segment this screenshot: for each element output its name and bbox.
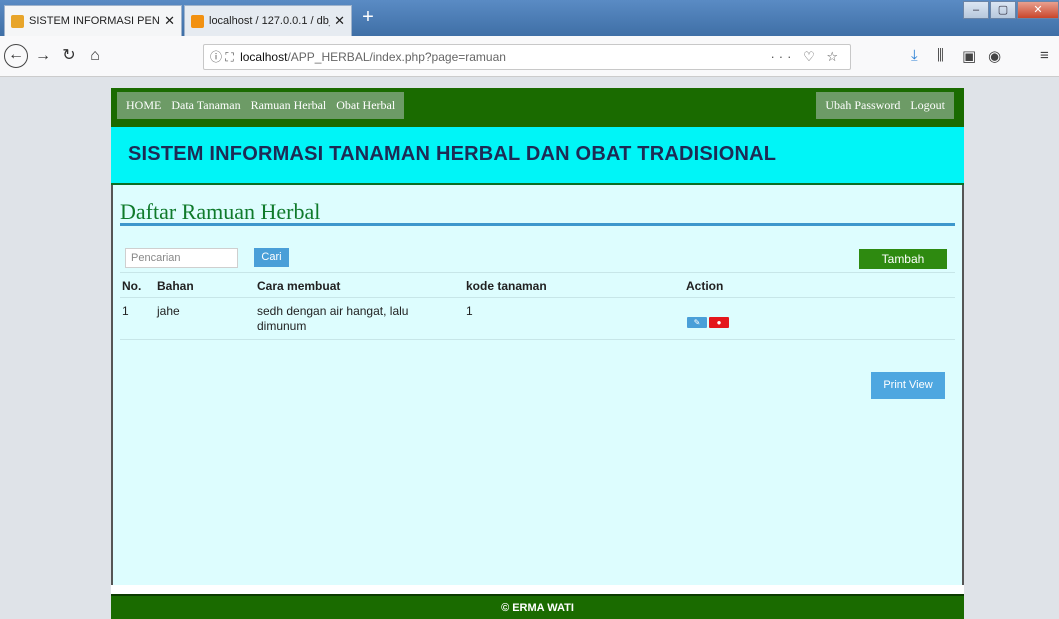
- downloads-icon[interactable]: ⤓: [911, 47, 918, 64]
- cell-kode-tanaman: 1: [466, 304, 473, 318]
- page-title: Daftar Ramuan Herbal: [120, 199, 321, 224]
- site-favicon-icon: [11, 14, 24, 28]
- main-content: Daftar Ramuan Herbal Pencarian Cari Tamb…: [111, 185, 964, 585]
- table-header-row: No. Bahan Cara membuat kode tanaman Acti…: [120, 272, 955, 298]
- main-menu: HOME Data Tanaman Ramuan Herbal Obat Her…: [117, 92, 405, 119]
- tab-title: SISTEM INFORMASI PENERIMA: [29, 15, 160, 27]
- forward-arrow-icon[interactable]: →: [32, 45, 54, 67]
- search-input[interactable]: Pencarian: [125, 248, 238, 268]
- close-tab-icon[interactable]: ✕: [164, 13, 175, 29]
- menu-ramuan-herbal[interactable]: Ramuan Herbal: [246, 98, 332, 113]
- minimize-icon[interactable]: –: [963, 1, 989, 19]
- maximize-icon[interactable]: ▢: [990, 1, 1016, 19]
- table-row: 1 jahe sedh dengan air hangat, lalu dimu…: [120, 298, 955, 340]
- print-view-button[interactable]: Print View: [871, 372, 945, 399]
- site-title: SISTEM INFORMASI TANAMAN HERBAL DAN OBAT…: [128, 143, 777, 165]
- new-tab-button[interactable]: +: [357, 7, 379, 29]
- browser-tab[interactable]: localhost / 127.0.0.1 / db_herba ✕: [184, 5, 352, 36]
- reload-icon[interactable]: ↻: [58, 45, 80, 67]
- delete-icon[interactable]: ●: [709, 317, 729, 328]
- account-icon[interactable]: ◉: [988, 47, 1001, 65]
- column-header: Cara membuat: [257, 279, 341, 293]
- home-icon[interactable]: ⌂: [84, 45, 106, 67]
- top-navigation: HOME Data Tanaman Ramuan Herbal Obat Her…: [111, 88, 964, 127]
- window-controls: – ▢ ✕: [962, 1, 1059, 21]
- tab-title: localhost / 127.0.0.1 / db_herba: [209, 15, 330, 27]
- phpmyadmin-favicon-icon: [191, 14, 204, 28]
- column-header: kode tanaman: [466, 279, 547, 293]
- site-info-icon[interactable]: ⓘ ⛶: [210, 50, 234, 64]
- address-bar[interactable]: ⓘ ⛶ localhost/APP_HERBAL/index.php?page=…: [203, 44, 851, 70]
- title-divider: [120, 223, 955, 226]
- browser-tab-active[interactable]: SISTEM INFORMASI PENERIMA ✕: [4, 5, 182, 36]
- edit-icon[interactable]: ✎: [687, 317, 707, 328]
- page-viewport: HOME Data Tanaman Ramuan Herbal Obat Her…: [0, 78, 1059, 619]
- cell-no: 1: [122, 304, 129, 318]
- browser-navbar: ← → ↻ ⌂ ⓘ ⛶ localhost/APP_HERBAL/index.p…: [0, 36, 1059, 77]
- search-button[interactable]: Cari: [254, 248, 289, 267]
- browser-tab-bar: SISTEM INFORMASI PENERIMA ✕ localhost / …: [0, 0, 1059, 36]
- url-path: /APP_HERBAL/index.php?page=ramuan: [287, 50, 506, 64]
- sidebar-icon[interactable]: ▣: [962, 47, 976, 65]
- site-banner: SISTEM INFORMASI TANAMAN HERBAL DAN OBAT…: [111, 127, 964, 185]
- user-menu: Ubah Password Logout: [816, 92, 954, 119]
- menu-logout[interactable]: Logout: [905, 98, 950, 113]
- url-host: localhost: [240, 50, 288, 64]
- site-footer: © ERMA WATI: [111, 594, 964, 619]
- ramuan-table: No. Bahan Cara membuat kode tanaman Acti…: [120, 272, 955, 340]
- menu-ubah-password[interactable]: Ubah Password: [820, 98, 905, 113]
- add-button[interactable]: Tambah: [859, 249, 947, 269]
- menu-home[interactable]: HOME: [121, 98, 166, 113]
- back-arrow-icon[interactable]: ←: [4, 44, 28, 68]
- menu-data-tanaman[interactable]: Data Tanaman: [166, 98, 245, 113]
- cell-cara-membuat: sedh dengan air hangat, lalu dimunum: [257, 304, 409, 333]
- site-wrapper: HOME Data Tanaman Ramuan Herbal Obat Her…: [111, 88, 964, 619]
- column-header: No.: [122, 279, 142, 293]
- column-header: Bahan: [157, 279, 194, 293]
- row-actions: ✎ ●: [687, 317, 729, 328]
- close-tab-icon[interactable]: ✕: [334, 13, 345, 29]
- page-actions-icon[interactable]: ··· ♡ ☆: [770, 45, 842, 69]
- cell-bahan: jahe: [157, 304, 180, 318]
- library-icon[interactable]: ⫼: [937, 47, 944, 64]
- window-close-icon[interactable]: ✕: [1017, 1, 1059, 19]
- menu-obat-herbal[interactable]: Obat Herbal: [331, 98, 400, 113]
- menu-icon[interactable]: ≡: [1040, 47, 1049, 64]
- column-header: Action: [686, 279, 724, 293]
